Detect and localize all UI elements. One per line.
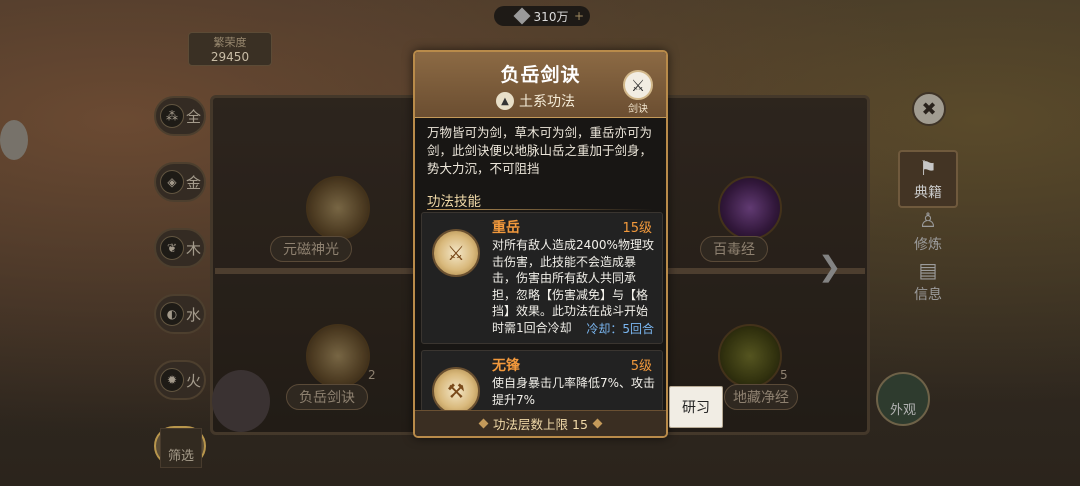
prosperity-value: 29450 bbox=[210, 50, 250, 64]
skill-name: 无锋 bbox=[492, 358, 520, 374]
skill-level: 15级 bbox=[622, 221, 652, 236]
shelf-item-name: 百毒经 bbox=[713, 242, 755, 258]
filter-label: 木 bbox=[186, 239, 202, 258]
mascot-left bbox=[0, 120, 28, 160]
tab-label: 典籍 bbox=[914, 185, 942, 201]
layer-limit-text: 功法层数上限 15 bbox=[493, 417, 588, 432]
fire-icon: ✹ bbox=[160, 368, 184, 392]
tab-label: 信息 bbox=[914, 287, 942, 303]
skill-sword-icon: ⚔ bbox=[432, 229, 480, 277]
popup-description: 万物皆可为剑，草木可为剑，重岳亦可为剑，此剑诀便以地脉山岳之重加于剑身，势大力沉… bbox=[427, 125, 653, 176]
gem-icon bbox=[513, 7, 531, 25]
section-divider bbox=[427, 209, 653, 210]
tab-info[interactable]: ▤ 信息 bbox=[898, 258, 958, 304]
popup-header: 负岳剑诀 ▲ 土系功法 ⚔ 剑诀 bbox=[415, 52, 666, 118]
diamond-icon bbox=[478, 418, 489, 429]
all-icon: ⁂ bbox=[160, 104, 184, 128]
filter-label: 金 bbox=[186, 173, 202, 192]
diamond-icon bbox=[592, 418, 603, 429]
shelf-item-level: 5 bbox=[780, 368, 788, 382]
prosperity-display: 繁荣度 29450 bbox=[188, 32, 272, 66]
research-button[interactable]: 研习 bbox=[669, 386, 723, 428]
shelf-item-name: 元磁神光 bbox=[283, 242, 339, 258]
filter-label: 全 bbox=[186, 107, 202, 126]
skill-level: 5级 bbox=[630, 359, 652, 374]
shelf-item-name: 地藏净经 bbox=[733, 390, 789, 406]
close-button[interactable]: ✖ bbox=[912, 92, 946, 126]
currency-amount: 310万 bbox=[533, 9, 569, 24]
skill-description: 使自身暴击几率降低7%、攻击提升7% bbox=[492, 376, 656, 407]
add-currency-button[interactable]: + bbox=[574, 9, 584, 23]
badge-label: 剑诀 bbox=[628, 104, 648, 115]
currency-display: 310万 + bbox=[494, 6, 590, 26]
tab-label: 修炼 bbox=[914, 237, 942, 253]
sword-type-badge: ⚔ 剑诀 bbox=[621, 70, 655, 115]
sword-icon: ⚔ bbox=[623, 70, 653, 100]
filter-all[interactable]: ⁂ 全 bbox=[154, 96, 206, 136]
book-baidu[interactable] bbox=[718, 176, 782, 240]
skills-section-title: 功法技能 bbox=[427, 194, 481, 210]
book-yuanci[interactable] bbox=[306, 176, 370, 240]
filter-metal[interactable]: ◈ 金 bbox=[154, 162, 206, 202]
subtitle-text: 土系功法 bbox=[519, 94, 575, 110]
filter-label: 水 bbox=[186, 305, 202, 324]
metal-icon: ◈ bbox=[160, 170, 184, 194]
shelf-item-fuyue[interactable]: 负岳剑诀 bbox=[286, 384, 368, 410]
water-icon: ◐ bbox=[160, 302, 184, 326]
mascot-cat bbox=[212, 370, 270, 432]
appearance-button[interactable]: 外观 bbox=[876, 372, 930, 426]
filter-fire[interactable]: ✹ 火 bbox=[154, 360, 206, 400]
filter-wood[interactable]: ❦ 木 bbox=[154, 228, 206, 268]
shelf-item-yuanci[interactable]: 元磁神光 bbox=[270, 236, 352, 262]
filter-water[interactable]: ◐ 水 bbox=[154, 294, 206, 334]
tab-cultivate[interactable]: ♙ 修炼 bbox=[898, 208, 958, 254]
sift-label: 筛选 bbox=[167, 449, 194, 464]
sift-button[interactable]: 筛选 bbox=[160, 428, 202, 468]
popup-subtitle: ▲ 土系功法 bbox=[496, 91, 575, 111]
prosperity-label: 繁荣度 bbox=[213, 36, 247, 49]
skill-card: ⚔ 重岳 15级 对所有敌人造成2400%物理攻击伤害，此技能不会造成暴击，伤害… bbox=[421, 212, 663, 344]
technique-detail-popup: 负岳剑诀 ▲ 土系功法 ⚔ 剑诀 万物皆可为剑，草木可为剑，重岳亦可为剑，此剑诀… bbox=[413, 50, 668, 438]
next-page-arrow[interactable]: ❯ bbox=[818, 250, 841, 283]
skill-cooldown: 冷却：5回合 bbox=[586, 322, 654, 336]
book-fuyue[interactable] bbox=[306, 324, 370, 388]
shelf-item-dizang[interactable]: 地藏净经 bbox=[724, 384, 798, 410]
shelf-item-name: 负岳剑诀 bbox=[299, 390, 355, 406]
skill-name: 重岳 bbox=[492, 220, 520, 236]
book-icon: ⚑ bbox=[919, 156, 937, 180]
skill-blade-icon: ⚒ bbox=[432, 367, 480, 415]
tab-classics[interactable]: ⚑ 典籍 bbox=[898, 150, 958, 208]
meditate-icon: ♙ bbox=[919, 208, 937, 232]
shelf-item-level: 2 bbox=[368, 368, 376, 382]
wood-icon: ❦ bbox=[160, 236, 184, 260]
scroll-icon: ▤ bbox=[918, 258, 938, 282]
popup-footer: 功法层数上限 15 bbox=[415, 410, 666, 436]
appearance-label: 外观 bbox=[889, 403, 916, 418]
skill-card: ⚒ 无锋 5级 使自身暴击几率降低7%、攻击提升7% bbox=[421, 350, 663, 415]
book-dizang[interactable] bbox=[718, 324, 782, 388]
earth-element-icon: ▲ bbox=[496, 92, 514, 110]
shelf-item-baidu[interactable]: 百毒经 bbox=[700, 236, 768, 262]
filter-label: 火 bbox=[186, 371, 202, 390]
